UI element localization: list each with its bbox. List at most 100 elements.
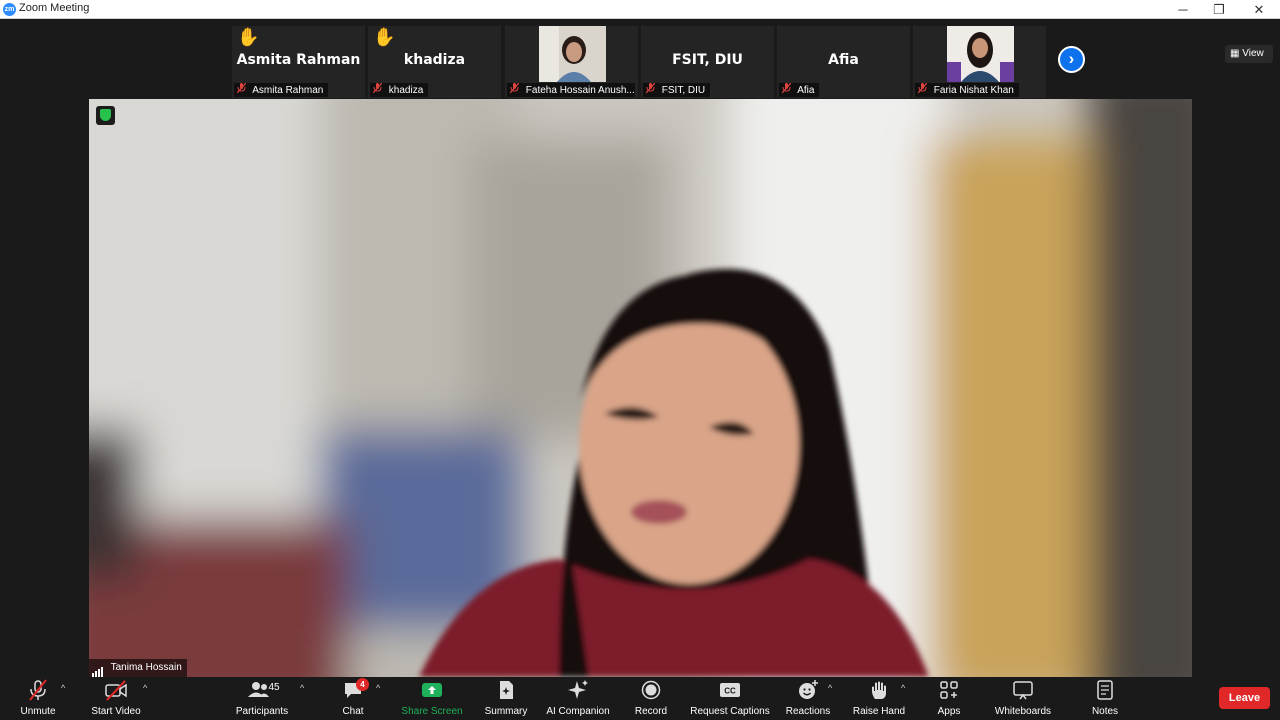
whiteboards-button[interactable]: Whiteboards: [990, 679, 1056, 719]
name-text: Fateha Hossain Anush...: [525, 85, 635, 96]
ai-companion-label: AI Companion: [546, 706, 610, 717]
whiteboards-label: Whiteboards: [994, 706, 1052, 717]
zoom-logo-icon: zm: [3, 3, 16, 16]
summary-button[interactable]: Summary: [482, 679, 530, 719]
next-page-button[interactable]: ›: [1058, 46, 1085, 73]
chat-button[interactable]: 4 Chat: [337, 678, 369, 719]
muted-mic-icon: [236, 83, 247, 94]
name-text: Faria Nishat Khan: [933, 85, 1014, 96]
meeting-toolbar: Unmute ^ Start Video ^ 45 Participants ^…: [0, 677, 1280, 720]
unmute-label: Unmute: [20, 706, 56, 717]
meeting-stage: ▦ View ✋ Asmita Rahman Asmita Rahman ✋ k…: [0, 19, 1280, 677]
notes-button[interactable]: Notes: [1086, 679, 1124, 719]
audio-options-caret[interactable]: ^: [61, 683, 65, 693]
participant-name-label: Afia: [779, 83, 820, 97]
request-captions-label: Request Captions: [690, 706, 770, 717]
participant-tile[interactable]: FSIT, DIU FSIT, DIU: [641, 26, 774, 98]
apps-label: Apps: [937, 706, 961, 717]
minimize-button[interactable]: ─: [1164, 0, 1202, 19]
participants-icon: 45: [248, 682, 280, 697]
ai-companion-button[interactable]: AI Companion: [544, 679, 612, 719]
reactions-button[interactable]: Reactions: [784, 679, 832, 719]
raise-hand-button[interactable]: Raise Hand: [850, 679, 908, 719]
muted-mic-icon: [29, 679, 47, 701]
participant-display-name: FSIT, DIU: [672, 52, 743, 68]
raise-hand-options-caret[interactable]: ^: [901, 683, 905, 693]
grid-icon: ▦: [1230, 48, 1240, 59]
request-captions-button[interactable]: CC Request Captions: [688, 679, 772, 719]
participant-display-name: khadiza: [403, 52, 466, 68]
name-text: FSIT, DIU: [661, 85, 706, 96]
muted-mic-icon: [781, 83, 792, 94]
view-button[interactable]: ▦ View: [1225, 45, 1273, 63]
participant-name-label: Faria Nishat Khan: [915, 83, 1019, 97]
participant-name-label: Fateha Hossain Anush...: [507, 83, 635, 97]
name-text: Asmita Rahman: [252, 85, 324, 96]
summary-icon: [500, 681, 513, 699]
chat-options-caret[interactable]: ^: [376, 683, 380, 693]
participant-tile[interactable]: Fateha Hossain Anush...: [505, 26, 638, 98]
participant-tile[interactable]: ✋ khadiza khadiza: [368, 26, 501, 98]
notes-icon: [1097, 680, 1113, 700]
record-button[interactable]: Record: [630, 679, 672, 719]
ai-sparkle-icon: [568, 680, 588, 699]
participant-video-thumbnail: [947, 26, 1014, 82]
participant-name-label: khadiza: [370, 83, 429, 97]
muted-mic-icon: [917, 83, 928, 94]
participants-button[interactable]: 45 Participants: [232, 679, 292, 719]
apps-icon: [940, 681, 958, 699]
participants-label: Participants: [235, 706, 289, 717]
speaker-name-label: Tanima Hossain: [89, 659, 187, 677]
participant-display-name: Afia: [828, 52, 859, 68]
chat-label: Chat: [342, 706, 364, 717]
name-text: Afia: [797, 85, 815, 96]
whiteboard-icon: [1013, 681, 1033, 700]
reactions-smiley-icon: [799, 680, 818, 699]
raise-hand-icon: [872, 681, 886, 699]
record-label: Record: [634, 706, 668, 717]
captions-icon: CC: [720, 683, 740, 697]
participant-tile[interactable]: Afia Afia: [777, 26, 910, 98]
video-off-icon: [105, 680, 127, 701]
view-label: View: [1242, 48, 1264, 59]
participant-tile[interactable]: ✋ Asmita Rahman Asmita Rahman: [232, 26, 365, 98]
participant-display-name: Asmita Rahman: [236, 52, 361, 68]
encryption-shield-icon[interactable]: [96, 106, 115, 125]
restore-button[interactable]: ❐: [1200, 0, 1238, 19]
notes-label: Notes: [1091, 706, 1119, 717]
chat-unread-badge: 4: [356, 678, 369, 691]
svg-text:CC: CC: [724, 687, 736, 696]
muted-mic-icon: [509, 83, 520, 94]
reactions-options-caret[interactable]: ^: [828, 683, 832, 693]
participant-name-label: FSIT, DIU: [643, 83, 711, 97]
unmute-button[interactable]: Unmute: [14, 679, 62, 719]
muted-mic-icon: [645, 83, 656, 94]
leave-button[interactable]: Leave: [1219, 687, 1270, 709]
video-options-caret[interactable]: ^: [143, 683, 147, 693]
participant-video-thumbnail: [539, 26, 606, 82]
apps-button[interactable]: Apps: [932, 679, 966, 719]
start-video-button[interactable]: Start Video: [88, 679, 144, 719]
raised-hand-icon: ✋: [237, 27, 260, 47]
window-titlebar: zm Zoom Meeting ─ ❐ ✕: [0, 0, 1280, 19]
window-title: Zoom Meeting: [19, 2, 90, 14]
speaker-video-frame: [89, 99, 1192, 677]
participants-count: 45: [268, 682, 280, 693]
record-icon: [641, 680, 661, 700]
reactions-label: Reactions: [785, 706, 831, 717]
active-speaker-video: [89, 99, 1192, 677]
share-screen-label: Share Screen: [401, 706, 463, 717]
participant-tile[interactable]: Faria Nishat Khan: [913, 26, 1046, 98]
share-screen-button[interactable]: Share Screen: [400, 679, 464, 719]
signal-strength-icon: [92, 659, 104, 677]
summary-label: Summary: [484, 706, 528, 717]
share-screen-icon: [422, 683, 442, 697]
speaker-name: Tanima Hossain: [110, 662, 182, 673]
close-button[interactable]: ✕: [1240, 0, 1278, 19]
raise-hand-label: Raise Hand: [852, 706, 906, 717]
name-text: khadiza: [388, 85, 424, 96]
raised-hand-icon: ✋: [373, 27, 396, 47]
start-video-label: Start Video: [91, 706, 141, 717]
participant-name-label: Asmita Rahman: [234, 83, 329, 97]
participants-options-caret[interactable]: ^: [300, 683, 304, 693]
